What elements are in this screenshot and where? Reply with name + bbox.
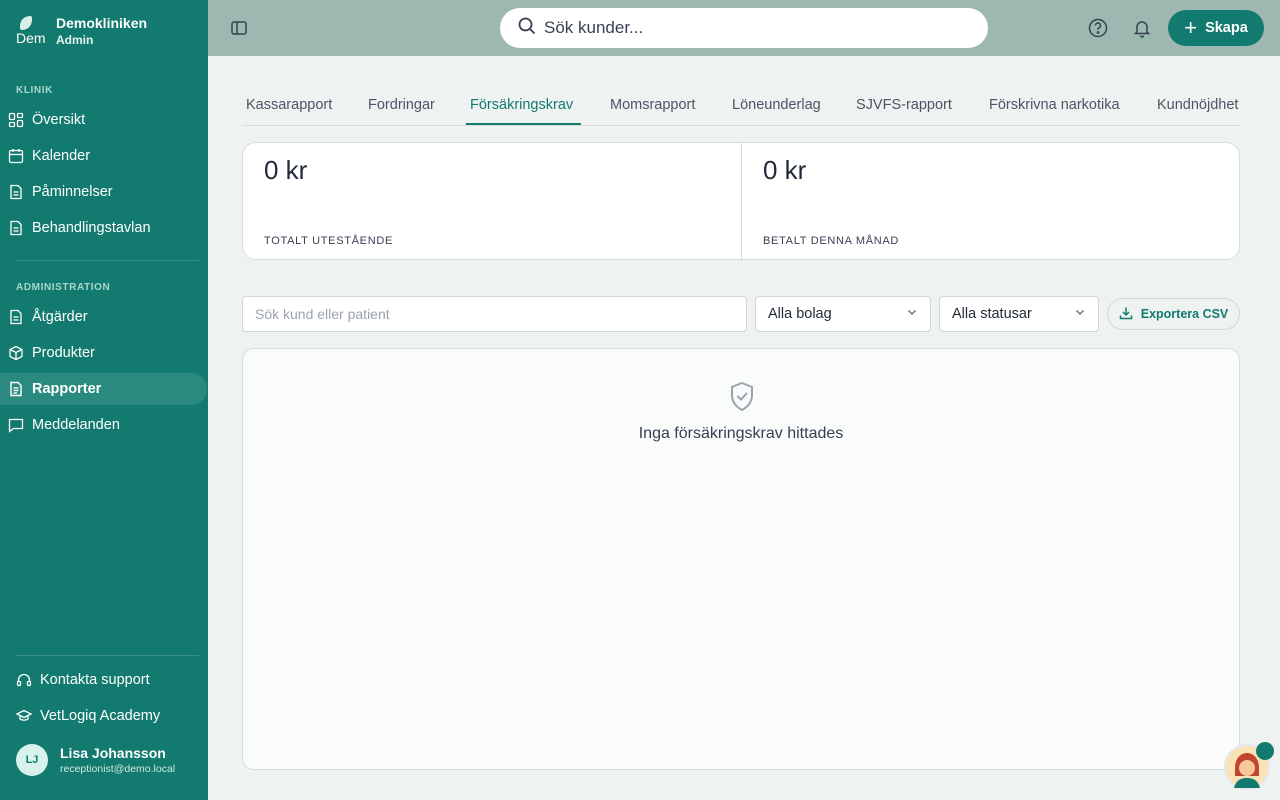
sidebar-item-kontakta-support[interactable]: Kontakta support xyxy=(0,664,207,696)
tab-loneunderlag[interactable]: Löneunderlag xyxy=(732,97,821,113)
claims-table: Inga försäkringskrav hittades xyxy=(242,348,1240,770)
empty-state-message: Inga försäkringskrav hittades xyxy=(638,425,844,442)
stat-outstanding-value: 0 kr xyxy=(264,155,308,185)
help-icon[interactable] xyxy=(1088,18,1108,38)
sidebar-item-vetlogiq-academy[interactable]: VetLogiq Academy xyxy=(0,700,207,732)
document-icon xyxy=(8,309,24,325)
clinic-brand[interactable]: Dem Demokliniken Admin xyxy=(16,14,147,48)
chevron-down-icon xyxy=(1074,306,1086,322)
sidebar-item-atgarder[interactable]: Åtgärder xyxy=(0,301,207,333)
company-select-value: Alla bolag xyxy=(768,306,832,322)
active-tab-indicator xyxy=(466,123,581,125)
clinic-logo-text: Dem xyxy=(16,30,46,46)
stat-paid-label: BETALT DENNA MÅNAD xyxy=(763,235,900,247)
chevron-down-icon xyxy=(906,306,918,322)
sidebar-item-label: Påminnelser xyxy=(32,184,113,200)
sidebar-item-label: Produkter xyxy=(32,345,95,361)
sidebar-item-label: Rapporter xyxy=(32,381,102,397)
user-profile[interactable]: LJ Lisa Johansson receptionist@demo.loca… xyxy=(16,744,175,776)
sidebar-item-label: Kontakta support xyxy=(40,672,150,688)
export-csv-button[interactable]: Exportera CSV xyxy=(1107,298,1240,330)
plus-icon: + xyxy=(1184,15,1198,40)
create-button[interactable]: + Skapa xyxy=(1168,10,1264,46)
download-icon xyxy=(1119,306,1141,323)
export-csv-label: Exportera CSV xyxy=(1140,307,1229,321)
create-button-label: Skapa xyxy=(1205,20,1248,36)
sidebar-divider xyxy=(16,655,199,656)
clinic-name: Demokliniken xyxy=(56,15,148,31)
company-select[interactable]: Alla bolag xyxy=(755,296,931,332)
section-label-klinik: KLINIK xyxy=(16,85,53,96)
report-tabs: Kassarapport Fordringar Försäkringskrav … xyxy=(242,88,1240,126)
sidebar-toggle-icon[interactable] xyxy=(230,19,248,37)
box-icon xyxy=(8,345,24,361)
sidebar-item-label: Meddelanden xyxy=(32,417,120,433)
sidebar-item-kalender[interactable]: Kalender xyxy=(0,140,207,172)
sidebar-item-rapporter[interactable]: Rapporter xyxy=(0,373,207,405)
stat-divider xyxy=(741,143,742,261)
sidebar-item-oversikt[interactable]: Översikt xyxy=(0,104,207,136)
tab-kundnojdhet[interactable]: Kundnöjdhet xyxy=(1157,97,1238,113)
headset-icon xyxy=(16,672,32,688)
sidebar: Dem Demokliniken Admin KLINIK Översikt K… xyxy=(0,0,208,800)
status-select[interactable]: Alla statusar xyxy=(939,296,1099,332)
avatar: LJ xyxy=(16,744,48,776)
sidebar-item-paminnelser[interactable]: Påminnelser xyxy=(0,176,207,208)
chat-icon xyxy=(8,417,24,433)
graduation-cap-icon xyxy=(16,708,32,724)
topbar: + Skapa xyxy=(208,0,1280,56)
sidebar-item-label: VetLogiq Academy xyxy=(40,708,161,724)
sidebar-item-produkter[interactable]: Produkter xyxy=(0,337,207,369)
tab-sjvfs-rapport[interactable]: SJVFS-rapport xyxy=(856,97,952,113)
sidebar-item-label: Kalender xyxy=(32,148,91,164)
user-name: Lisa Johansson xyxy=(60,745,166,761)
stat-paid-value: 0 kr xyxy=(763,155,807,185)
clinic-logo: Dem xyxy=(16,14,46,48)
grid-icon xyxy=(8,112,24,128)
shield-check-icon xyxy=(728,381,756,413)
user-role: Admin xyxy=(56,33,94,47)
customer-patient-search-input[interactable] xyxy=(242,296,747,332)
section-label-administration: ADMINISTRATION xyxy=(16,282,111,293)
customer-search[interactable] xyxy=(500,8,988,48)
user-email: receptionist@demo.local xyxy=(60,763,176,775)
search-input[interactable] xyxy=(544,18,944,38)
status-select-value: Alla statusar xyxy=(952,306,1032,322)
tab-momsrapport[interactable]: Momsrapport xyxy=(610,97,695,113)
sidebar-item-label: Behandlingstavlan xyxy=(32,220,151,236)
sidebar-item-label: Översikt xyxy=(32,112,86,128)
sidebar-divider xyxy=(16,260,199,261)
tab-kassarapport[interactable]: Kassarapport xyxy=(246,97,332,113)
sidebar-item-behandlingstavlan[interactable]: Behandlingstavlan xyxy=(0,212,207,244)
tab-forskrivna-narkotika[interactable]: Förskrivna narkotika xyxy=(989,97,1120,113)
tab-forsakringskrav[interactable]: Försäkringskrav xyxy=(470,97,573,113)
stat-outstanding-label: TOTALT UTESTÅENDE xyxy=(264,235,394,247)
calendar-icon xyxy=(8,148,24,164)
document-icon xyxy=(8,184,24,200)
sidebar-item-label: Åtgärder xyxy=(32,309,88,325)
assistant-badge-icon xyxy=(1256,742,1274,760)
bell-icon[interactable] xyxy=(1132,18,1152,38)
report-icon xyxy=(8,381,24,397)
sidebar-item-meddelanden[interactable]: Meddelanden xyxy=(0,409,207,441)
document-icon xyxy=(8,220,24,236)
summary-stats: 0 kr TOTALT UTESTÅENDE 0 kr BETALT DENNA… xyxy=(242,142,1240,261)
search-icon xyxy=(518,17,536,40)
assistant-avatar[interactable] xyxy=(1224,742,1274,790)
tab-fordringar[interactable]: Fordringar xyxy=(368,97,435,113)
